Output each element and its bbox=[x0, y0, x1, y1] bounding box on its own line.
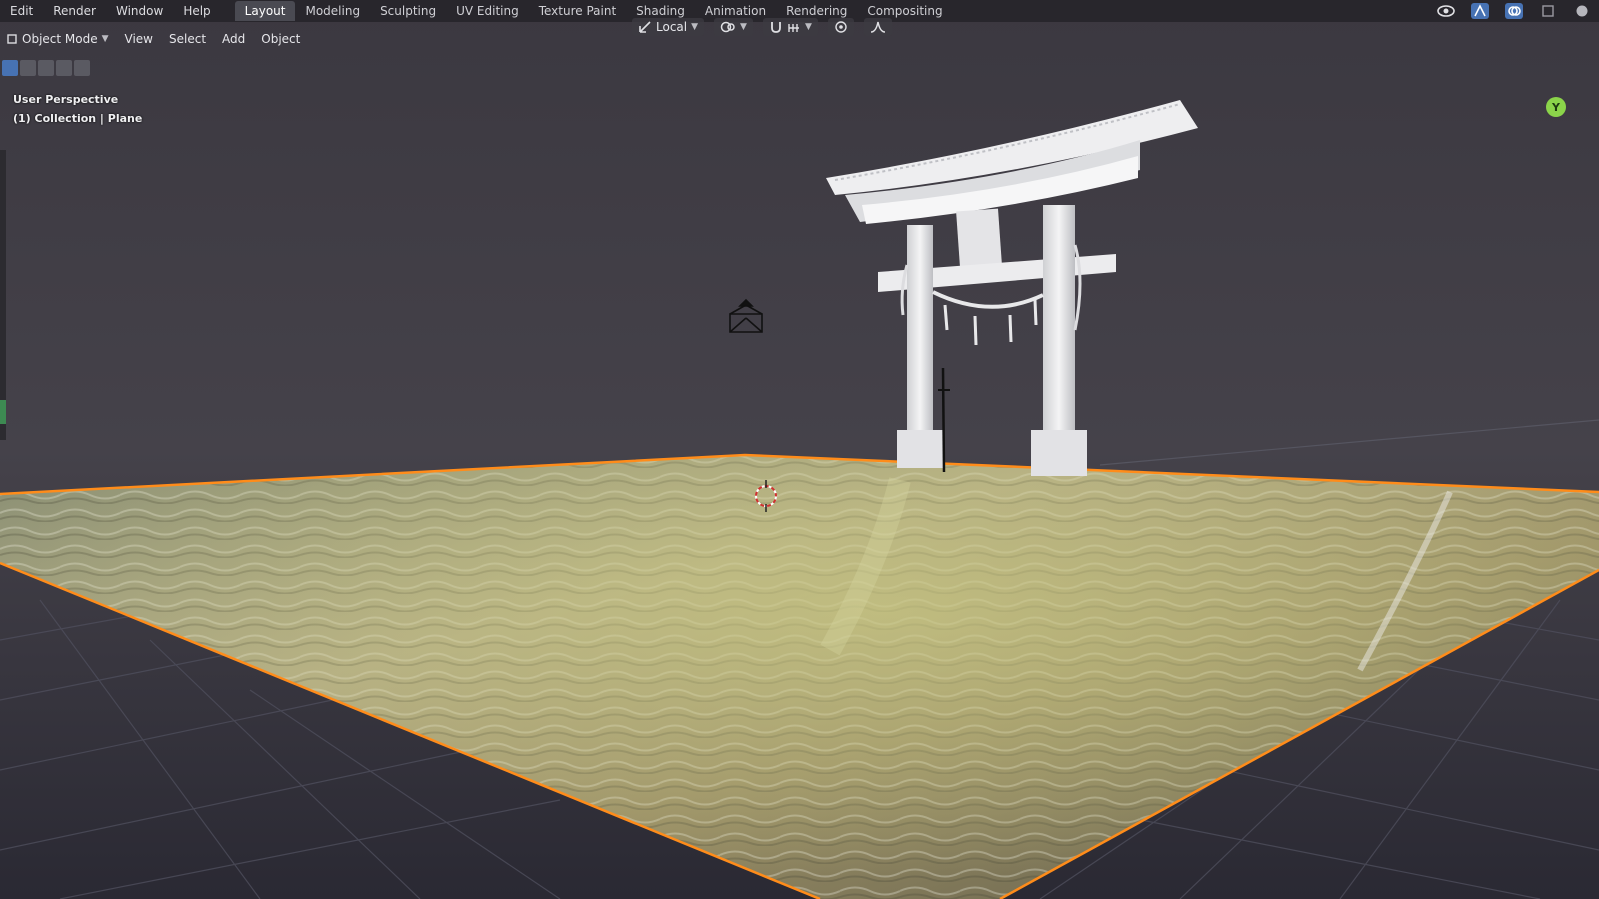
proportional-edit-toggle[interactable] bbox=[827, 18, 854, 36]
select-mode-subtract-icon[interactable] bbox=[38, 60, 54, 76]
tab-texture-paint[interactable]: Texture Paint bbox=[529, 1, 626, 21]
tab-sculpting[interactable]: Sculpting bbox=[370, 1, 446, 21]
menu-add[interactable]: Add bbox=[214, 30, 253, 48]
visibility-eye-icon[interactable] bbox=[1437, 3, 1455, 19]
menu-window[interactable]: Window bbox=[106, 4, 173, 18]
viewport-shading-icon[interactable] bbox=[1573, 3, 1591, 19]
viewport-info: User Perspective (1) Collection | Plane bbox=[13, 90, 142, 128]
object-mode-icon bbox=[7, 34, 17, 44]
overlay-icon[interactable] bbox=[1505, 3, 1523, 19]
collection-info: (1) Collection | Plane bbox=[13, 112, 143, 125]
select-mode-extend-icon[interactable] bbox=[20, 60, 36, 76]
transform-tools: Local ▼ ▼ ▼ bbox=[632, 15, 892, 39]
proportional-edit-icon bbox=[835, 21, 847, 33]
tab-layout[interactable]: Layout bbox=[234, 1, 296, 21]
gizmo-toggle-icon[interactable] bbox=[1471, 3, 1489, 19]
object-mode-dropdown[interactable]: Object Mode ▼ bbox=[2, 30, 117, 48]
blender-window: Edit Render Window Help Layout Modeling … bbox=[0, 0, 1599, 899]
select-mode-set-icon[interactable] bbox=[2, 60, 18, 76]
tool-shelf bbox=[0, 150, 6, 440]
select-mode-invert-icon[interactable] bbox=[56, 60, 72, 76]
navigation-gizmo-y-axis[interactable]: Y bbox=[1546, 97, 1566, 117]
pivot-point-icon bbox=[720, 21, 735, 33]
snap-dropdown[interactable]: ▼ bbox=[762, 18, 818, 36]
transform-orientation-icon bbox=[639, 21, 651, 33]
snap-magnet-icon bbox=[771, 22, 781, 33]
chevron-down-icon: ▼ bbox=[804, 22, 812, 32]
active-tool-button[interactable] bbox=[0, 400, 6, 424]
menu-help[interactable]: Help bbox=[173, 4, 220, 18]
menu-render[interactable]: Render bbox=[43, 4, 106, 18]
gizmo-axis-label: Y bbox=[1552, 100, 1560, 114]
object-mode-label: Object Mode bbox=[22, 32, 98, 46]
menu-view[interactable]: View bbox=[117, 30, 161, 48]
chevron-down-icon: ▼ bbox=[101, 34, 109, 44]
chevron-down-icon: ▼ bbox=[691, 22, 699, 32]
viewport-display-controls bbox=[1437, 0, 1591, 22]
menu-edit[interactable]: Edit bbox=[0, 4, 43, 18]
xray-toggle-icon[interactable] bbox=[1539, 3, 1557, 19]
transform-orientation-label: Local bbox=[656, 20, 688, 34]
snap-increment-icon bbox=[788, 24, 799, 32]
chevron-down-icon: ▼ bbox=[740, 22, 747, 32]
tab-uv-editing[interactable]: UV Editing bbox=[446, 1, 529, 21]
select-mode-intersect-icon[interactable] bbox=[74, 60, 90, 76]
3d-viewport[interactable] bbox=[0, 0, 1599, 899]
falloff-dropdown[interactable] bbox=[863, 18, 892, 36]
menu-object[interactable]: Object bbox=[253, 30, 308, 48]
menu-select[interactable]: Select bbox=[161, 30, 214, 48]
falloff-curve-icon bbox=[870, 21, 885, 33]
view-name: User Perspective bbox=[13, 93, 119, 106]
tab-modeling[interactable]: Modeling bbox=[295, 1, 370, 21]
transform-orientation-dropdown[interactable]: Local ▼ bbox=[632, 18, 705, 36]
pivot-point-dropdown[interactable]: ▼ bbox=[714, 18, 753, 36]
selection-mode-buttons bbox=[2, 60, 90, 76]
